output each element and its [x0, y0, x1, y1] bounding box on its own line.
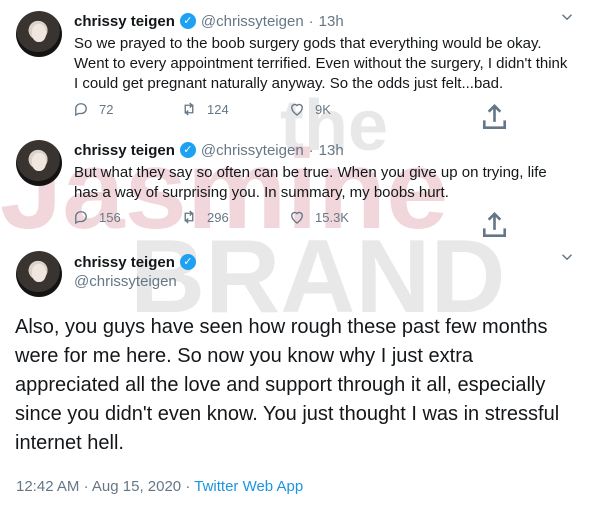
author-name[interactable]: chrissy teigen — [74, 254, 175, 271]
like-button[interactable]: 9K — [288, 100, 396, 118]
tweet-actions: 72 124 9K — [72, 99, 512, 130]
like-icon — [291, 211, 303, 224]
avatar[interactable] — [16, 140, 62, 186]
verified-icon: ✓ — [179, 142, 196, 158]
avatar[interactable] — [16, 251, 62, 297]
tweet-1[interactable]: chrissy teigen ✓ @chrissyteigen · 13h So… — [0, 11, 591, 132]
tweet-actions: 156 296 15.3K — [72, 207, 512, 238]
like-count: 15.3K — [315, 209, 349, 225]
reply-button[interactable]: 72 — [72, 100, 180, 118]
tweet-header: chrissy teigen ✓ @chrissyteigen · 13h — [74, 140, 344, 160]
author-name[interactable]: chrissy teigen — [74, 142, 175, 159]
tweet-2[interactable]: chrissy teigen ✓ @chrissyteigen · 13h Bu… — [0, 140, 591, 240]
author-handle[interactable]: @chrissyteigen — [201, 142, 304, 159]
reply-button[interactable]: 156 — [72, 208, 180, 226]
share-icon[interactable] — [477, 208, 512, 243]
tweet-header: chrissy teigen ✓ — [74, 252, 196, 272]
reply-count: 72 — [99, 101, 114, 117]
like-button[interactable]: 15.3K — [288, 208, 396, 226]
verified-icon: ✓ — [179, 254, 196, 270]
avatar[interactable] — [16, 11, 62, 57]
retweet-icon — [184, 102, 194, 116]
author-handle[interactable]: @chrissyteigen — [74, 273, 177, 290]
retweet-button[interactable]: 296 — [180, 208, 288, 226]
retweet-icon — [184, 210, 194, 224]
reply-icon — [75, 211, 87, 225]
tweet-header: chrissy teigen ✓ @chrissyteigen · 13h — [74, 11, 344, 31]
verified-icon: ✓ — [179, 13, 196, 29]
reply-icon — [75, 103, 87, 117]
chevron-down-icon[interactable] — [558, 8, 576, 26]
author-handle[interactable]: @chrissyteigen — [201, 13, 304, 30]
like-icon — [291, 103, 303, 116]
tweet-text: But what they say so often can be true. … — [74, 164, 547, 201]
tweet-time[interactable]: 13h — [319, 142, 344, 159]
reply-count: 156 — [99, 209, 121, 225]
retweet-count: 296 — [207, 209, 229, 225]
tweet-text: So we prayed to the boob surgery gods th… — [74, 35, 568, 92]
share-icon[interactable] — [477, 100, 512, 135]
chevron-down-icon[interactable] — [558, 248, 576, 266]
author-name[interactable]: chrissy teigen — [74, 13, 175, 30]
retweet-button[interactable]: 124 — [180, 100, 288, 118]
like-count: 9K — [315, 101, 331, 117]
separator: · — [308, 12, 314, 30]
tweet-time[interactable]: 13h — [319, 13, 344, 30]
main-tweet: chrissy teigen ✓ @chrissyteigen — [0, 251, 591, 509]
separator: · — [308, 141, 314, 159]
retweet-count: 124 — [207, 101, 229, 117]
